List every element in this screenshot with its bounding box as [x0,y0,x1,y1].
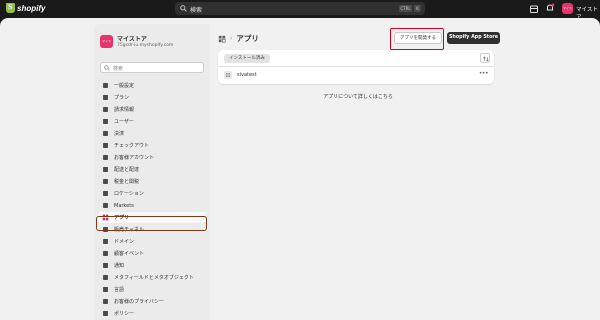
app-icon [224,71,232,79]
sidebar-item-label: 請求情報 [114,107,135,113]
store-title: マイストア [117,36,147,43]
sidebar-item-account[interactable]: お客様アカウント [98,152,206,163]
kbd-k: K [414,5,421,12]
sidebar-item-label: 通知 [114,263,125,269]
sidebar-item-label: Markets [114,202,134,209]
app-row[interactable]: sivatest ••• [218,67,494,83]
sidebar-item-tax[interactable]: 税金と関税 [98,176,206,187]
search-placeholder: 検索 [190,7,203,14]
store-header: マイス マイストア 75gcdr-iu.myshopify.com [100,33,206,55]
global-search-input[interactable]: 検索 CTRL K [175,2,425,15]
apps-icon[interactable] [218,35,226,43]
privacy-icon [103,299,108,304]
language-icon [103,287,108,292]
installed-apps-card: インストール済み sivatest ••• [218,50,494,84]
sidebar-item-events[interactable]: 顧客イベント [98,248,206,259]
settings-search-placeholder: 検索 [113,66,124,72]
filter-installed-tab[interactable]: インストール済み [224,54,270,63]
sidebar-item-label: 税金と関税 [114,179,140,185]
apps-main-pane: › アプリ アプリを開発する Shopify App Store インストール済… [210,24,506,320]
plan-icon [103,95,108,100]
payment-icon [103,131,108,136]
sidebar-item-label: 一般設定 [114,83,135,89]
truck-icon [103,167,108,172]
breadcrumb-separator: › [230,35,233,42]
top-bar: shopify 検索 CTRL K マイス マイストア [0,0,600,21]
sidebar-item-label: プラン [114,95,130,101]
sidebar-item-bell[interactable]: 通知 [98,260,206,271]
sidebar-item-label: ドメイン [114,239,135,245]
sidebar-item-user[interactable]: ユーザー [98,116,206,127]
sidebar-item-label: 決済 [114,131,125,137]
billing-icon [103,107,108,112]
sidebar-item-privacy[interactable]: お客様のプライバシー [98,296,206,307]
sidebar-item-label: 顧客イベント [114,251,145,257]
sidebar-item-label: 言語 [114,287,125,293]
sidebar-item-store[interactable]: 一般設定 [98,80,206,91]
store-icon [103,83,108,88]
sidebar-item-payment[interactable]: 決済 [98,128,206,139]
policy-icon [103,311,108,316]
sidebar-item-truck[interactable]: 配送と配達 [98,164,206,175]
sort-icon [483,56,489,62]
breadcrumb: › アプリ [218,33,259,44]
store-icon[interactable] [529,4,539,14]
store-avatar: マイス [100,35,113,48]
sidebar-item-globe[interactable]: Markets [98,200,206,211]
sidebar-item-metafield[interactable]: メタフィールドとメタオブジェクト [98,272,206,283]
events-icon [103,251,108,256]
bell-icon [103,263,108,268]
metafield-icon [103,275,108,280]
apps-highlight-box [96,216,207,231]
sidebar-item-policy[interactable]: ポリシー [98,308,206,319]
sidebar-item-label: お客様アカウント [114,155,155,161]
settings-sidebar: マイス マイストア 75gcdr-iu.myshopify.com 検索 一般設… [94,24,210,320]
search-icon [180,5,187,12]
sidebar-item-location[interactable]: ロケーション [98,188,206,199]
sidebar-item-label: チェックアウト [114,143,150,149]
avatar[interactable]: マイス [562,3,573,14]
settings-search-input[interactable]: 検索 [100,62,204,73]
sidebar-item-label: 配送と配達 [114,167,140,173]
sidebar-item-billing[interactable]: 請求情報 [98,104,206,115]
settings-modal: マイス マイストア 75gcdr-iu.myshopify.com 検索 一般設… [94,24,506,320]
globe-icon [103,203,108,208]
store-domain: 75gcdr-iu.myshopify.com [117,43,174,48]
shopify-logo[interactable]: shopify [6,3,45,13]
shopify-bag-icon [6,3,15,13]
sidebar-item-language[interactable]: 言語 [98,284,206,295]
content-area: マイス マイストア 75gcdr-iu.myshopify.com 検索 一般設… [0,18,600,320]
logo-text: shopify [17,3,46,13]
domain-icon [103,239,108,244]
sidebar-item-label: ポリシー [114,311,135,317]
sidebar-item-label: ユーザー [114,119,134,125]
app-store-button[interactable]: Shopify App Store [447,32,500,44]
sidebar-item-label: ロケーション [114,191,144,197]
user-icon [103,119,108,124]
sidebar-item-label: メタフィールドとメタオブジェクト [114,275,194,281]
app-name[interactable]: sivatest [237,72,257,78]
sidebar-item-domain[interactable]: ドメイン [98,236,206,247]
account-icon [103,155,108,160]
more-actions-icon[interactable]: ••• [479,70,489,77]
bell-icon[interactable] [545,3,555,13]
sidebar-item-plan[interactable]: プラン [98,92,206,103]
sidebar-item-label: お客様のプライバシー [114,299,164,305]
page-title: アプリ [236,34,259,43]
location-icon [103,191,108,196]
tax-icon [103,179,108,184]
sidebar-item-cart[interactable]: チェックアウト [98,140,206,151]
kbd-ctrl: CTRL [399,5,412,12]
sort-button[interactable] [480,53,490,63]
search-icon [104,65,110,71]
learn-more-link[interactable]: アプリについて詳しくはこちら [210,93,506,100]
cart-icon [103,143,108,148]
develop-button-highlight [390,28,444,50]
